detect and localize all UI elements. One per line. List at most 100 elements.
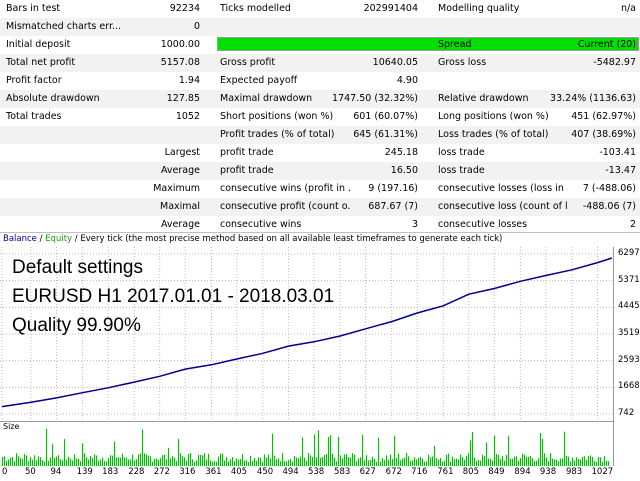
y-tick-label: 2593 (618, 354, 640, 365)
modelling-quality-value: n/a (620, 3, 636, 14)
size-bar (218, 456, 219, 466)
expected-payoff-value: 4.90 (396, 75, 418, 86)
size-bar (360, 457, 361, 466)
size-bar (232, 457, 233, 466)
size-bar (520, 458, 521, 466)
size-bar (116, 457, 117, 466)
size-bar (592, 457, 593, 466)
size-bar (242, 454, 243, 466)
size-bar (474, 457, 475, 466)
size-bar (452, 456, 453, 466)
size-bar (78, 458, 79, 466)
mismatched-charts-label: Mismatched charts err... (6, 21, 122, 32)
x-tick-label: 405 (230, 467, 248, 477)
size-bar (482, 454, 483, 466)
size-bar (542, 439, 543, 466)
size-bar (154, 458, 155, 466)
size-bar (340, 455, 341, 466)
maximal-consecutive-profit-value: 687.67 (7) (368, 201, 418, 212)
size-bar (436, 457, 437, 466)
size-bar (184, 457, 185, 466)
size-bar (366, 455, 367, 466)
size-bar (588, 456, 589, 466)
size-bar (60, 459, 61, 466)
size-bar (404, 457, 405, 466)
overlay-quality: Quality 99.90% (12, 315, 141, 336)
size-bar (302, 437, 303, 466)
y-tick-label: 742 (618, 408, 635, 418)
maximal-consecutive-loss-value: -488.06 (7) (582, 201, 636, 212)
size-bar (250, 455, 251, 466)
x-tick-label: 672 (385, 467, 402, 477)
report-row: Profit factor 1.94 Expected payoff 4.90 (0, 72, 640, 90)
x-tick-label: 849 (488, 467, 505, 477)
size-bar (12, 456, 13, 466)
size-bar (330, 435, 331, 466)
report-row: Total net profit 5157.08 Gross profit 10… (0, 54, 640, 72)
size-bar (208, 453, 209, 466)
size-bar (572, 457, 573, 466)
size-bar (484, 456, 485, 466)
size-bar (46, 428, 47, 466)
size-bar (136, 459, 137, 466)
absolute-drawdown-value: 127.85 (166, 93, 200, 104)
size-bar (512, 458, 513, 466)
ticks-modelled-value: 202991404 (363, 3, 418, 14)
size-bar (4, 456, 5, 466)
size-bar (86, 457, 87, 466)
bars-in-test-value: 92234 (169, 3, 200, 14)
relative-drawdown-value: 33.24% (1136.63) (550, 93, 636, 104)
size-bar (460, 454, 461, 466)
size-bar (202, 455, 203, 466)
size-bar (296, 457, 297, 466)
spread-value: Current (20) (577, 39, 636, 50)
size-bar (172, 456, 173, 466)
balance-chart[interactable]: Balance / Equity / Every tick (the most … (0, 232, 640, 481)
size-bar (226, 457, 227, 466)
legend-separator: / (36, 234, 46, 244)
size-bar (102, 457, 103, 466)
size-bar (198, 454, 199, 466)
maximum-label: Maximum (153, 183, 200, 194)
size-bar (414, 457, 415, 466)
x-tick-label: 583 (334, 467, 351, 477)
size-bar (156, 458, 157, 466)
size-bar (374, 458, 375, 466)
size-bar (326, 454, 327, 466)
size-bar (122, 453, 123, 466)
x-tick-label: 938 (539, 467, 557, 477)
size-bar (16, 453, 17, 466)
size-bar (332, 453, 333, 466)
maximal-label: Maximal (160, 201, 200, 212)
size-bar (406, 453, 407, 466)
total-trades-label: Total trades (6, 111, 62, 122)
size-bar (428, 454, 429, 466)
size-bar (90, 455, 91, 466)
report-row: Maximal consecutive profit (count o... 6… (0, 198, 640, 216)
size-bar (160, 458, 161, 466)
size-bar (174, 457, 175, 466)
size-bar (322, 457, 323, 466)
gross-profit-value: 10640.05 (372, 57, 418, 68)
size-bar (34, 455, 35, 466)
size-bar (118, 457, 119, 466)
size-bar (268, 454, 269, 466)
x-tick-label: 139 (76, 467, 93, 477)
size-bar (20, 457, 21, 466)
total-net-profit-label: Total net profit (6, 57, 76, 68)
size-bar (392, 458, 393, 466)
size-bar (276, 459, 277, 466)
x-axis: 0 50 94 139 183 228 272 316 361 405 450 494 538 583 62… (0, 466, 640, 481)
size-bar (50, 457, 51, 466)
size-bar (18, 456, 19, 466)
size-bar (164, 454, 165, 466)
legend-balance: Balance (3, 234, 37, 244)
size-bar (120, 457, 121, 466)
report-row: Maximum consecutive wins (profit in ... … (0, 180, 640, 198)
size-bar (260, 457, 261, 466)
size-bar (294, 455, 295, 466)
size-bar (584, 456, 585, 466)
size-bar (162, 455, 163, 466)
x-tick-label: 0 (2, 467, 8, 477)
size-bar (128, 459, 129, 466)
